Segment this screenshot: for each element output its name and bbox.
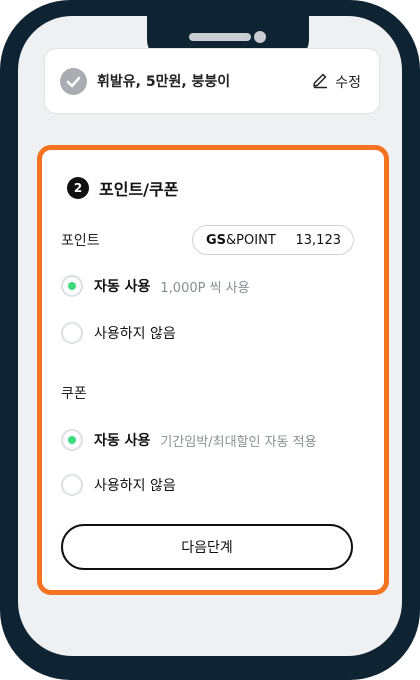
option-description: 기간임박/최대할인 자동 적용	[160, 434, 317, 450]
option-label: 자동 사용	[94, 433, 151, 449]
step-title: 포인트/쿠폰	[99, 180, 179, 199]
front-camera	[254, 31, 266, 43]
radio-button[interactable]	[61, 429, 83, 451]
summary-text: 휘발유, 5만원, 붕붕이	[97, 74, 231, 90]
phone-frame: 휘발유, 5만원, 붕붕이 수정 2 포인트/쿠폰 포인트 GS&POINT 1…	[0, 0, 420, 680]
coupon-label: 쿠폰	[61, 386, 87, 402]
pencil-icon	[311, 71, 329, 93]
coupon-no-use-option[interactable]: 사용하지 않음	[61, 474, 176, 496]
points-no-use-option[interactable]: 사용하지 않음	[61, 322, 176, 344]
previous-step-summary: 휘발유, 5만원, 붕붕이 수정	[44, 48, 380, 114]
option-label: 자동 사용	[94, 279, 151, 295]
step-number-badge: 2	[67, 177, 89, 199]
points-coupon-step-card: 2 포인트/쿠폰 포인트 GS&POINT 13,123 자동 사용 1,000…	[37, 145, 389, 595]
speaker	[189, 33, 251, 41]
option-description: 1,000P 씩 사용	[160, 280, 250, 296]
radio-button[interactable]	[61, 474, 83, 496]
points-balance: 13,123	[295, 232, 342, 248]
next-step-button[interactable]: 다음단계	[61, 524, 353, 570]
points-label: 포인트	[61, 233, 100, 249]
points-brand: GS&POINT	[206, 232, 276, 248]
coupon-auto-use-option[interactable]: 자동 사용 기간임박/최대할인 자동 적용	[61, 429, 317, 451]
edit-label: 수정	[335, 75, 361, 91]
points-balance-pill: GS&POINT 13,123	[192, 225, 354, 255]
radio-button[interactable]	[61, 275, 83, 297]
points-auto-use-option[interactable]: 자동 사용 1,000P 씩 사용	[61, 275, 250, 297]
option-label: 사용하지 않음	[94, 478, 176, 494]
radio-button[interactable]	[61, 322, 83, 344]
check-circle-icon	[60, 68, 87, 95]
edit-button[interactable]: 수정	[311, 71, 361, 93]
option-label: 사용하지 않음	[94, 326, 176, 342]
